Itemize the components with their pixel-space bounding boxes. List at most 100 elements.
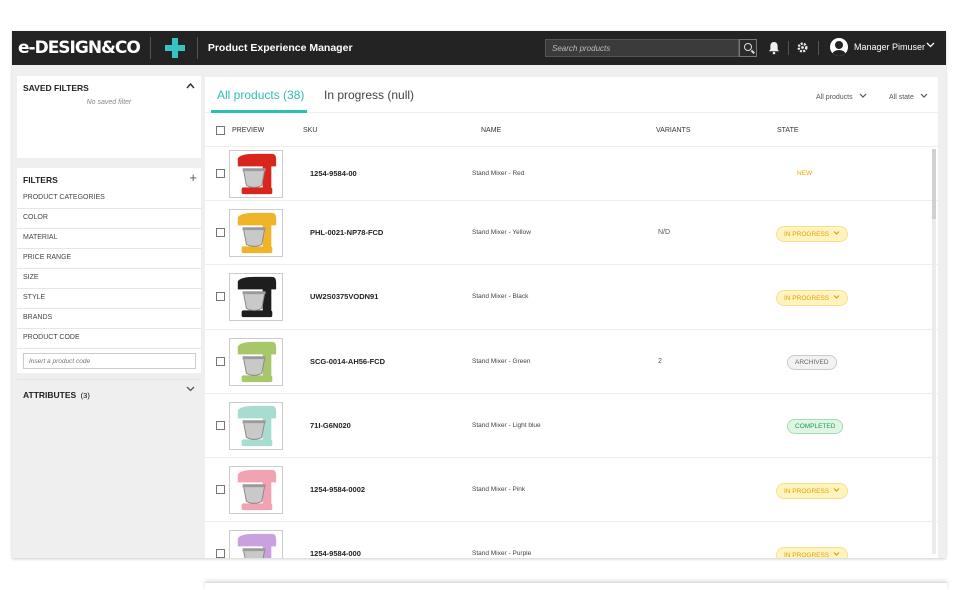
saved-filters-title: SAVED FILTERS: [23, 83, 89, 93]
chevron-down-icon[interactable]: [926, 40, 935, 51]
saved-filters-panel: SAVED FILTERS No saved filter: [17, 76, 201, 158]
product-thumbnail[interactable]: [229, 530, 283, 558]
product-thumbnail[interactable]: [229, 466, 283, 515]
product-sku[interactable]: 1254-9584-00: [310, 169, 357, 178]
screenshot-stage: e-DESIGN&CO Product Experience Manager M…: [0, 0, 960, 590]
product-name: Stand Mixer - Purple: [472, 550, 532, 558]
chevron-down-icon[interactable]: [833, 295, 840, 302]
state-label: IN PROGRESS: [784, 552, 830, 558]
state-label: ARCHIVED: [795, 358, 829, 366]
state-label: IN PROGRESS: [784, 231, 830, 238]
filter-item[interactable]: STYLE: [17, 289, 201, 309]
column-state[interactable]: STATE: [777, 127, 799, 134]
row-checkbox[interactable]: [216, 420, 225, 430]
brand-logo[interactable]: e-DESIGN&CO: [18, 38, 141, 58]
product-variants: N/D: [658, 229, 671, 236]
product-thumbnail[interactable]: [229, 150, 283, 198]
column-variants[interactable]: VARIANTS: [656, 127, 691, 134]
select-all-checkbox[interactable]: [216, 126, 225, 135]
chevron-down-icon[interactable]: [833, 552, 840, 558]
filter-item[interactable]: SIZE: [17, 269, 201, 289]
search-button[interactable]: [739, 39, 757, 57]
product-thumbnail[interactable]: [229, 401, 283, 450]
tab-in-progress[interactable]: In progress (null): [324, 88, 414, 102]
chevron-down-icon[interactable]: [186, 384, 195, 395]
top-bar: e-DESIGN&CO Product Experience Manager M…: [12, 31, 946, 65]
divider: [788, 41, 789, 55]
user-name[interactable]: Manager Pimuser: [854, 42, 925, 52]
user-avatar-icon[interactable]: [830, 38, 848, 56]
column-name[interactable]: NAME: [481, 127, 501, 134]
row-checkbox[interactable]: [216, 169, 225, 178]
table-row[interactable]: SCG-0014-AH56-FCD Stand Mixer - Green 2 ARC…: [205, 330, 938, 394]
product-sku[interactable]: 1254-9584-000: [310, 549, 361, 558]
product-name: Stand Mixer - Pink: [472, 486, 526, 494]
chevron-down-icon[interactable]: [833, 231, 840, 238]
filter-item[interactable]: BRANDS: [17, 309, 201, 329]
product-sku[interactable]: SCG-0014-AH56-FCD: [310, 357, 385, 366]
filter-item[interactable]: PRICE RANGE: [17, 249, 201, 269]
table-row[interactable]: 1254-9584-0002 Stand Mixer - Pink IN PROGR…: [205, 458, 938, 523]
chevron-down-icon[interactable]: [833, 488, 840, 495]
product-name: Stand Mixer - Black: [472, 293, 529, 301]
product-sku[interactable]: PHL-0021-NP78-FCD: [310, 228, 383, 237]
add-filter-button[interactable]: +: [189, 170, 197, 185]
table-row[interactable]: 1254-9584-000 Stand Mixer - Purple IN PROG…: [205, 522, 938, 558]
product-code-input[interactable]: [23, 353, 196, 369]
product-thumbnail[interactable]: [229, 273, 283, 322]
filter-item[interactable]: PRODUCT CODE: [17, 329, 201, 349]
app-window: e-DESIGN&CO Product Experience Manager M…: [12, 31, 946, 558]
product-sku[interactable]: 71I-G6N020: [310, 421, 351, 430]
divider: [818, 41, 819, 55]
row-checkbox[interactable]: [216, 228, 225, 237]
attributes-section[interactable]: ATTRIBUTES (3): [17, 379, 201, 400]
product-name: Stand Mixer - Red: [472, 170, 525, 177]
search-input[interactable]: [545, 39, 739, 57]
state-label: NEW: [797, 170, 813, 177]
row-checkbox[interactable]: [216, 356, 225, 366]
product-variants: 2: [658, 357, 662, 365]
table-row[interactable]: 1254-9584-00 Stand Mixer - Red NEW: [205, 147, 938, 201]
row-checkbox[interactable]: [216, 549, 225, 558]
state-filter-label: All state: [889, 94, 914, 101]
bell-icon[interactable]: [766, 40, 782, 56]
product-thumbnail[interactable]: [229, 209, 283, 257]
table-row[interactable]: UW2S0375VODN91 Stand Mixer - Black IN PROG…: [205, 265, 938, 330]
row-checkbox[interactable]: [216, 485, 225, 495]
tab-all-products[interactable]: All products (38): [217, 88, 304, 102]
column-preview[interactable]: PREVIEW: [232, 127, 264, 134]
chevron-down-icon: [859, 93, 866, 98]
divider: [196, 37, 198, 59]
products-filter-label: All products: [816, 94, 853, 101]
sidebar: SAVED FILTERS No saved filter FILTERS + …: [17, 76, 201, 400]
state-badge[interactable]: IN PROGRESS: [776, 483, 849, 500]
row-checkbox[interactable]: [216, 292, 225, 302]
product-sku[interactable]: UW2S0375VODN91: [310, 292, 378, 301]
table-header: PREVIEW SKU NAME VARIANTS STATE: [205, 114, 938, 147]
table-row[interactable]: PHL-0021-NP78-FCD Stand Mixer - Yellow N/D…: [205, 201, 938, 266]
state-label: IN PROGRESS: [784, 295, 830, 303]
state-badge[interactable]: IN PROGRESS: [776, 290, 849, 307]
chevron-down-icon: [920, 93, 928, 98]
state-badge: NEW: [790, 167, 819, 180]
gear-icon[interactable]: [794, 40, 810, 56]
product-thumbnail[interactable]: [229, 337, 283, 386]
state-filter-dropdown[interactable]: All state: [889, 92, 928, 101]
scrollbar-thumb[interactable]: [932, 149, 936, 219]
table-row[interactable]: 71I-G6N020 Stand Mixer - Light blue COMPLE…: [205, 394, 938, 459]
products-panel: All products (38) In progress (null) All…: [205, 77, 938, 558]
product-name: Stand Mixer - Light blue: [472, 421, 541, 429]
state-badge[interactable]: IN PROGRESS: [776, 547, 849, 558]
filter-item[interactable]: MATERIAL: [17, 229, 201, 249]
filter-item[interactable]: COLOR: [17, 209, 201, 229]
state-badge[interactable]: IN PROGRESS: [776, 226, 849, 242]
filters-title: FILTERS: [23, 175, 58, 185]
filter-item[interactable]: PRODUCT CATEGORIES: [17, 189, 201, 209]
collapse-icon[interactable]: [186, 81, 195, 92]
plus-logo-icon: [163, 36, 187, 60]
search-bar: [545, 39, 757, 57]
products-filter-dropdown[interactable]: All products: [816, 92, 867, 101]
product-sku[interactable]: 1254-9584-0002: [310, 485, 365, 494]
column-sku[interactable]: SKU: [303, 127, 317, 134]
filter-list: PRODUCT CATEGORIES COLOR MATERIAL PRICE RAN…: [17, 189, 201, 349]
